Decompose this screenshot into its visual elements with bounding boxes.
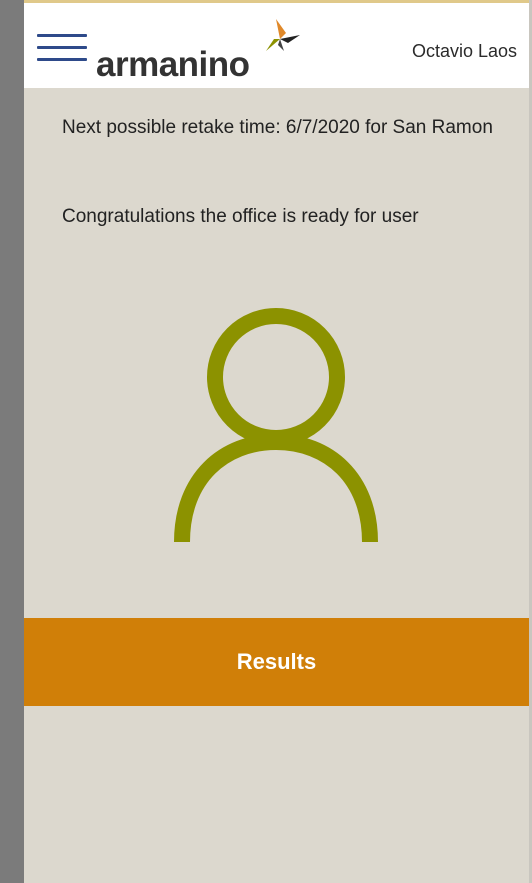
- logo-text: armanino: [96, 45, 250, 84]
- app-window: armanino Octavio Laos Next possible reta…: [24, 0, 532, 883]
- logo-star-icon: [266, 19, 300, 51]
- left-gutter: [0, 0, 24, 883]
- hamburger-menu-icon[interactable]: [37, 34, 89, 68]
- retake-message: Next possible retake time: 6/7/2020 for …: [62, 117, 493, 138]
- results-button[interactable]: Results: [24, 618, 529, 706]
- logo: armanino: [96, 17, 326, 85]
- user-name[interactable]: Octavio Laos: [412, 41, 517, 62]
- results-button-label: Results: [236, 649, 317, 674]
- person-icon: [174, 308, 378, 543]
- app-header: armanino Octavio Laos: [24, 0, 529, 88]
- status-message: Congratulations the office is ready for …: [62, 206, 419, 227]
